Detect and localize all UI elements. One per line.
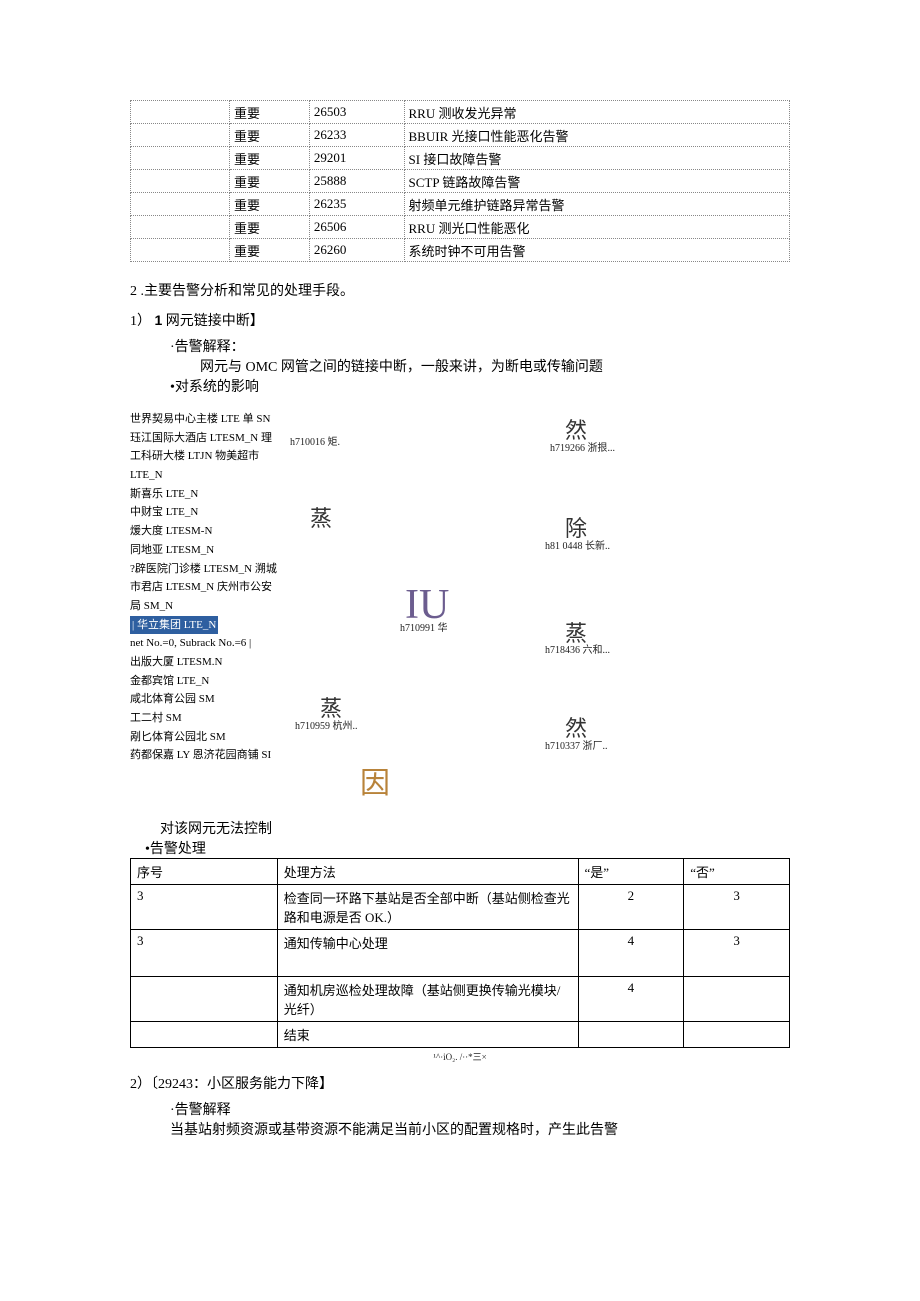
- table-cell: 26235: [309, 193, 404, 216]
- table-cell: 结束: [277, 1022, 578, 1048]
- table-cell: [131, 193, 230, 216]
- ne-list-left: 世界契易中心主楼 LTE 单 SN 珏江国际大酒店 LTESM_N 理 工科研大…: [130, 410, 310, 765]
- table-cell: [131, 101, 230, 124]
- table-cell: [578, 1022, 684, 1048]
- alarm-handle-label: •告警处理: [145, 838, 790, 858]
- list-item: 市君店 LTESM_N 庆州市公安: [130, 578, 310, 597]
- table-cell: 重要: [230, 147, 310, 170]
- table-cell: SCTP 链路故障告警: [404, 170, 789, 193]
- table-cell: 重要: [230, 101, 310, 124]
- footnote-text: ¹^⋅iO₂. /⋅·*三×: [130, 1050, 790, 1063]
- table-cell: 3: [684, 885, 790, 930]
- table-cell: [131, 1022, 278, 1048]
- ne-list-block: 世界契易中心主楼 LTE 单 SN 珏江国际大酒店 LTESM_N 理 工科研大…: [130, 410, 790, 818]
- code-label: h718436 六和...: [545, 642, 610, 659]
- table-cell: 4: [578, 977, 684, 1022]
- list-item-highlight: | 华立集团 LTE_N: [130, 616, 218, 635]
- table-cell: 重要: [230, 170, 310, 193]
- system-impact-label: •对系统的影响: [170, 376, 790, 396]
- alarm-explain-text-2: 当基站射频资源或基带资源不能满足当前小区的配置规格时，产生此告警: [170, 1119, 790, 1139]
- list-item: 同地亚 LTESM_N: [130, 541, 310, 560]
- list-item: 中财宝 LTE_N: [130, 503, 310, 522]
- table-cell: [131, 147, 230, 170]
- table-cell: BBUIR 光接口性能恶化告警: [404, 124, 789, 147]
- table-cell: 通知传输中心处理: [277, 930, 578, 977]
- table-cell: 3: [131, 885, 278, 930]
- code-label: h710959 杭州..: [295, 718, 358, 735]
- list-item: LTE_N: [130, 466, 310, 485]
- list-item: 世界契易中心主楼 LTE 单 SN: [130, 410, 310, 429]
- table-cell: [684, 1022, 790, 1048]
- table-cell: 4: [578, 930, 684, 977]
- list-item: 工二村 SM: [130, 709, 310, 728]
- table-cell: 26506: [309, 216, 404, 239]
- table-cell: 重要: [230, 193, 310, 216]
- list-item: 局 SM_N: [130, 597, 310, 616]
- list-item: 工科研大楼 LTJN 物美超市: [130, 447, 310, 466]
- item-1-header: 1） 1 网元链接中断】: [130, 310, 790, 330]
- procedure-table: 序号 处理方法 “是” “否” 3检查同一环路下基站是否全部中断（基站侧检查光路…: [130, 858, 790, 1048]
- table-cell: 26260: [309, 239, 404, 262]
- table-cell: [131, 977, 278, 1022]
- list-item: 咸北体育公园 SM: [130, 690, 310, 709]
- table-cell: RRU 测光口性能恶化: [404, 216, 789, 239]
- no-control-text: 对该网元无法控制: [160, 818, 790, 838]
- table-cell: [131, 216, 230, 239]
- col-no: 序号: [131, 859, 278, 885]
- code-label: h81 0448 长新..: [545, 538, 610, 555]
- list-item: 剐匕体育公园北 SM: [130, 728, 310, 747]
- table-cell: SI 接口故障告警: [404, 147, 789, 170]
- list-item: ?辟医院门诊楼 LTESM_N 溯城: [130, 560, 310, 579]
- table-cell: 射频单元维护链路异常告警: [404, 193, 789, 216]
- table-cell: 26503: [309, 101, 404, 124]
- alarm-explain-label-2: ·告警解释: [170, 1099, 790, 1119]
- table-cell: 2: [578, 885, 684, 930]
- table-cell: 系统时钟不可用告警: [404, 239, 789, 262]
- section-2-title: 2 .主要告警分析和常见的处理手段。: [130, 280, 790, 300]
- alarm-explain-text: 网元与 OMC 网管之间的链接中断，一般来讲，为断电或传输问题: [200, 356, 790, 376]
- list-item: 出版大厦 LTESM.N: [130, 653, 310, 672]
- table-cell: [684, 977, 790, 1022]
- table-cell: 重要: [230, 124, 310, 147]
- list-item: 珏江国际大酒店 LTESM_N 理: [130, 429, 310, 448]
- table-cell: 检查同一环路下基站是否全部中断（基站侧检查光路和电源是否 OK.）: [277, 885, 578, 930]
- alarm-explain-label: ·告警解释：: [170, 336, 790, 356]
- table-cell: 重要: [230, 239, 310, 262]
- table-cell: 重要: [230, 216, 310, 239]
- table-cell: [131, 170, 230, 193]
- list-item: 煖大度 LTESM-N: [130, 522, 310, 541]
- char-yin-icon: 因: [360, 758, 390, 809]
- table-cell: RRU 测收发光异常: [404, 101, 789, 124]
- list-item-sub: net No.=0, Subrack No.=6 |: [130, 634, 310, 653]
- item-1-suffix: 网元链接中断】: [166, 314, 264, 329]
- table-cell: [131, 239, 230, 262]
- table-cell: 3: [684, 930, 790, 977]
- table-cell: [131, 124, 230, 147]
- col-yes: “是”: [578, 859, 684, 885]
- list-item: 金都宾馆 LTE_N: [130, 672, 310, 691]
- char-zheng-icon: 蒸: [310, 500, 332, 537]
- code-label: h719266 浙拫...: [550, 440, 615, 457]
- col-no-ans: “否”: [684, 859, 790, 885]
- list-item: 药都保嘉 LY 恩济花园商铺 SI: [130, 746, 310, 765]
- table-cell: 25888: [309, 170, 404, 193]
- table-cell: 29201: [309, 147, 404, 170]
- col-method: 处理方法: [277, 859, 578, 885]
- list-item: 斯喜乐 LTE_N: [130, 485, 310, 504]
- code-label: h710016 矩.: [290, 434, 340, 451]
- alarm-level-table: 重要26503RRU 测收发光异常重要26233BBUIR 光接口性能恶化告警重…: [130, 100, 790, 262]
- table-cell: 3: [131, 930, 278, 977]
- item-1-prefix: 1）: [130, 314, 151, 329]
- item-1-bold: 1: [155, 312, 163, 328]
- code-label: h710991 华: [400, 620, 448, 637]
- table-cell: 通知机房巡检处理故障（基站侧更换传输光模块/光纤）: [277, 977, 578, 1022]
- table-cell: 26233: [309, 124, 404, 147]
- code-label: h710337 浙厂..: [545, 738, 608, 755]
- item-2-header: 2）〔29243：小区服务能力下降】: [130, 1073, 790, 1093]
